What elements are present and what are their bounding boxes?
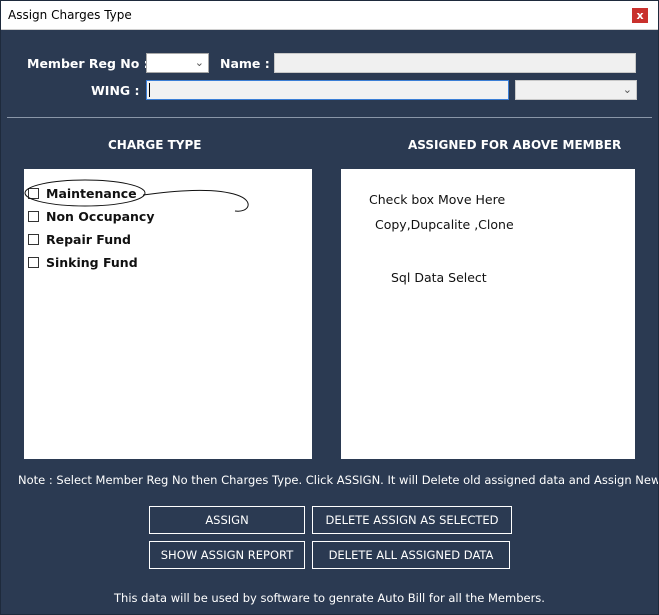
title-bar: Assign Charges Type x xyxy=(1,1,658,30)
delete-assign-selected-button[interactable]: DELETE ASSIGN AS SELECTED xyxy=(312,506,512,534)
name-field[interactable] xyxy=(274,53,636,73)
assign-button[interactable]: ASSIGN xyxy=(149,506,305,534)
name-label: Name : xyxy=(220,56,270,71)
member-reg-select[interactable]: ⌄ xyxy=(146,53,209,73)
charge-type-item-non-occupancy[interactable]: Non Occupancy xyxy=(28,208,154,224)
charge-type-label: Non Occupancy xyxy=(46,208,155,224)
window-title: Assign Charges Type xyxy=(8,8,132,22)
wing-select[interactable]: ⌄ xyxy=(515,80,637,100)
charge-type-title: CHARGE TYPE xyxy=(108,138,202,152)
close-button[interactable]: x xyxy=(632,8,648,23)
checkbox-icon[interactable] xyxy=(28,233,39,245)
assigned-note-1: Check box Move Here xyxy=(369,192,506,207)
charge-type-label: Maintenance xyxy=(46,185,137,201)
delete-all-assigned-button[interactable]: DELETE ALL ASSIGNED DATA xyxy=(312,541,510,569)
charge-type-item-maintenance[interactable]: Maintenance xyxy=(28,185,137,201)
charge-type-label: Repair Fund xyxy=(46,231,131,247)
close-icon: x xyxy=(636,9,644,22)
charge-type-list: Maintenance Non Occupancy Repair Fund Si… xyxy=(24,169,312,459)
assigned-title: ASSIGNED FOR ABOVE MEMBER xyxy=(408,138,622,152)
checkbox-icon[interactable] xyxy=(28,210,39,222)
member-reg-label: Member Reg No : xyxy=(27,56,149,71)
wing-field[interactable] xyxy=(146,80,509,100)
assign-charges-window: Assign Charges Type x Member Reg No : ⌄ … xyxy=(0,0,659,615)
footer-text: This data will be used by software to ge… xyxy=(114,591,545,605)
checkbox-icon[interactable] xyxy=(28,256,39,268)
assigned-note-3: Sql Data Select xyxy=(391,270,487,285)
chevron-down-icon: ⌄ xyxy=(194,56,204,69)
charge-type-label: Sinking Fund xyxy=(46,254,138,270)
instruction-note: Note : Select Member Reg No then Charges… xyxy=(18,473,659,487)
show-assign-report-button[interactable]: SHOW ASSIGN REPORT xyxy=(149,541,305,569)
text-caret xyxy=(149,83,150,97)
charge-type-item-sinking-fund[interactable]: Sinking Fund xyxy=(28,254,138,270)
wing-label: WING : xyxy=(91,83,140,98)
assigned-note-2: Copy,Dupcalite ,Clone xyxy=(375,217,514,232)
assigned-list: Check box Move Here Copy,Dupcalite ,Clon… xyxy=(341,169,635,459)
chevron-down-icon: ⌄ xyxy=(622,83,632,96)
charge-type-item-repair-fund[interactable]: Repair Fund xyxy=(28,231,131,247)
divider xyxy=(7,117,652,118)
checkbox-icon[interactable] xyxy=(28,187,39,199)
